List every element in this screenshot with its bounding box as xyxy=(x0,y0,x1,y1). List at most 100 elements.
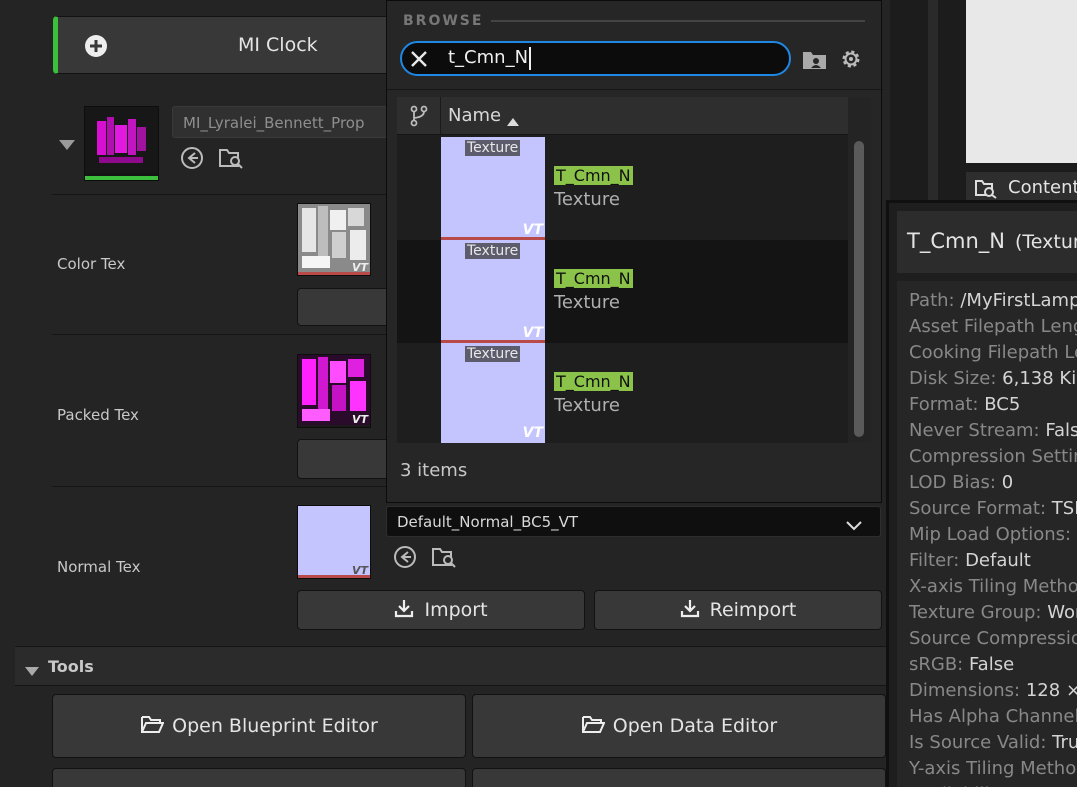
import-label: Import xyxy=(424,599,488,621)
browse-folder-icon[interactable] xyxy=(218,146,244,174)
info-property-row: Never Stream: False xyxy=(909,420,1077,441)
open-data-editor-button[interactable]: Open Data Editor xyxy=(472,694,886,758)
material-preview-image xyxy=(85,107,158,173)
info-property-key: Filter: xyxy=(909,550,960,571)
name-column-label: Name xyxy=(448,105,502,126)
scrollbar-track[interactable] xyxy=(848,97,871,443)
reimport-label: Reimport xyxy=(709,599,797,621)
clear-search-icon[interactable] xyxy=(410,50,428,72)
collapse-arrow-icon[interactable] xyxy=(58,136,76,155)
search-input[interactable]: t_Cmn_N xyxy=(400,41,791,76)
info-property-key: Texture Group: xyxy=(909,602,1042,623)
info-property-row: Disk Size: 6,138 KiB xyxy=(909,368,1077,389)
info-property-value: BC5 xyxy=(984,394,1021,415)
info-property-row: sRGB: False xyxy=(909,654,1014,675)
list-item[interactable]: Texture VT T_Cmn_N Texture xyxy=(397,240,848,343)
reimport-icon xyxy=(680,598,700,623)
packed-tex-asset-picker[interactable] xyxy=(297,439,387,479)
info-property-row: Cooking Filepath Le xyxy=(909,342,1077,363)
asset-type: Texture xyxy=(554,292,620,313)
use-selected-icon[interactable] xyxy=(180,146,204,174)
normal-tex-combo[interactable]: Default_Normal_BC5_VT xyxy=(386,506,881,537)
material-name-field[interactable]: MI_Lyralei_Bennett_Prop xyxy=(172,106,388,138)
asset-type: Texture xyxy=(554,189,620,210)
normal-tex-selected: Default_Normal_BC5_VT xyxy=(397,513,579,531)
vt-badge: VT xyxy=(351,413,368,426)
asset-name: T_Cmn_N xyxy=(554,166,633,185)
packed-tex-label: Packed Tex xyxy=(57,406,139,424)
folder-open-icon xyxy=(140,714,165,739)
mi-clock-button[interactable]: MI Clock xyxy=(53,16,393,74)
open-data-editor-label: Open Data Editor xyxy=(612,715,778,737)
open-blueprint-editor-label: Open Blueprint Editor xyxy=(172,715,378,737)
settings-gear-icon[interactable] xyxy=(839,47,863,75)
packed-tex-thumbnail[interactable]: VT xyxy=(297,354,371,428)
chevron-down-icon xyxy=(846,516,862,535)
material-name-text: MI_Lyralei_Bennett_Prop xyxy=(183,114,365,132)
browse-title: BROWSE xyxy=(403,13,484,29)
info-property-row: Texture Group: Wor xyxy=(909,602,1077,623)
mi-clock-label: MI Clock xyxy=(238,34,318,56)
asset-tile: Texture VT xyxy=(441,343,545,443)
color-tex-asset-picker[interactable] xyxy=(297,288,387,326)
info-property-key: Dimensions: xyxy=(909,680,1021,701)
info-property-row: Has Alpha Channel: xyxy=(909,706,1077,727)
normal-tex-label: Normal Tex xyxy=(57,558,141,576)
vt-badge: VT xyxy=(522,425,543,441)
info-property-key: LOD Bias: xyxy=(909,472,996,493)
info-property-row: Compression Settin xyxy=(909,446,1077,467)
normal-tex-thumbnail[interactable]: VT xyxy=(297,505,371,579)
info-property-row: Asset Filepath Leng xyxy=(909,316,1077,337)
folder-open-icon xyxy=(581,714,606,739)
info-property-row: Source Format: TSF xyxy=(909,498,1077,519)
folder-view-icon[interactable] xyxy=(802,49,828,75)
tools-section-header[interactable]: Tools xyxy=(15,646,890,686)
info-property-key: sRGB: xyxy=(909,654,964,675)
viewport-strip: Content xyxy=(890,0,1077,202)
content-browser-tab[interactable]: Content xyxy=(966,172,1077,202)
info-property-key: Source Format: xyxy=(909,498,1047,519)
scrollbar-thumb[interactable] xyxy=(854,141,864,437)
browse-asset-popup: BROWSE t_Cmn_N Name Texture VT T_Cmn_N T… xyxy=(386,0,883,503)
reimport-button[interactable]: Reimport xyxy=(594,590,882,630)
branch-icon xyxy=(409,105,429,131)
open-blueprint-editor-button[interactable]: Open Blueprint Editor xyxy=(52,694,466,758)
asset-tile: Texture VT xyxy=(441,137,545,240)
asset-type: Texture xyxy=(554,395,620,416)
browse-folder-icon[interactable] xyxy=(431,545,457,573)
color-tex-thumbnail[interactable]: VT xyxy=(297,203,371,276)
source-column-header[interactable] xyxy=(397,97,441,135)
viewport-preview xyxy=(966,0,1077,163)
asset-tile: Texture VT xyxy=(441,240,545,343)
material-thumbnail[interactable] xyxy=(84,106,159,181)
import-icon xyxy=(394,598,414,623)
info-property-value: False xyxy=(968,654,1015,675)
info-property-key: Source Compressio xyxy=(909,628,1077,649)
list-item[interactable]: Texture VT T_Cmn_N Texture xyxy=(397,343,848,443)
use-selected-icon[interactable] xyxy=(393,545,417,573)
asset-list: Name Texture VT T_Cmn_N Texture Texture xyxy=(397,97,871,443)
info-property-value: TSF xyxy=(1051,498,1077,519)
info-property-key: Y-axis Tiling Metho xyxy=(909,758,1077,779)
info-property-row: Y-axis Tiling Metho xyxy=(909,758,1076,779)
content-tab-label: Content xyxy=(1008,177,1077,198)
vt-badge: VT xyxy=(522,325,543,341)
info-property-value: 0 xyxy=(1001,472,1014,493)
info-property-row: Format: BC5 xyxy=(909,394,1020,415)
info-property-value: Tru xyxy=(1052,732,1077,753)
info-property-row: Path: /MyFirstLamp xyxy=(909,290,1077,311)
import-button[interactable]: Import xyxy=(297,590,585,630)
list-item[interactable]: Texture VT T_Cmn_N Texture xyxy=(397,137,848,240)
info-property-key: Path: xyxy=(909,290,955,311)
color-tex-label: Color Tex xyxy=(57,255,126,273)
item-count: 3 items xyxy=(400,460,468,481)
tool-button-partial[interactable] xyxy=(472,768,886,787)
info-property-key: Mip Load Options: xyxy=(909,524,1072,545)
info-property-value: Wor xyxy=(1047,602,1077,623)
info-property-key: Is Source Valid: xyxy=(909,732,1047,753)
name-column-header[interactable]: Name xyxy=(441,97,848,135)
tool-button-partial[interactable] xyxy=(52,768,466,787)
info-property-row: X-axis Tiling Metho xyxy=(909,576,1077,597)
asset-name: T_Cmn_N xyxy=(554,269,633,288)
info-property-row: Mip Load Options: D xyxy=(909,524,1077,545)
